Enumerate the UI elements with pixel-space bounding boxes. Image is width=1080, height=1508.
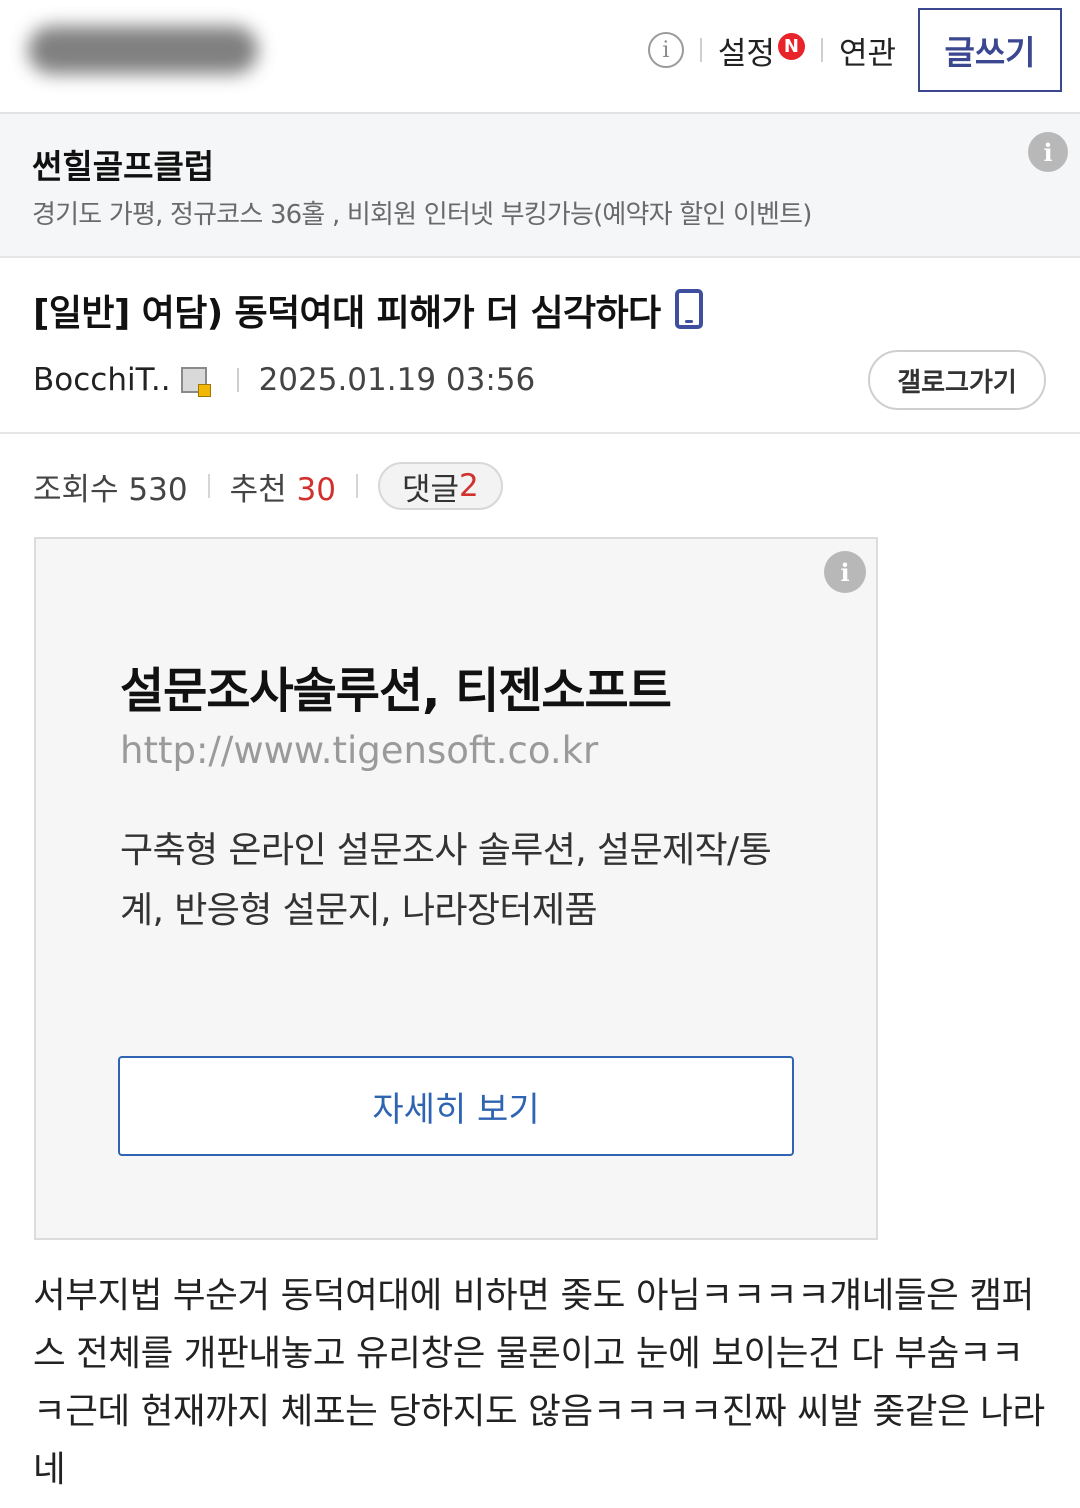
gallog-button[interactable]: 갤로그가기 — [868, 350, 1046, 410]
mobile-icon — [674, 289, 703, 329]
blurred-gallery-title — [28, 26, 258, 74]
recommend-count: 추천 30 — [230, 464, 336, 509]
post-meta: BocchiT.. 2025.01.19 03:56 — [33, 362, 535, 398]
post-header: [일반] 여담) 동덕여대 피해가 더 심각하다 BocchiT.. 2025.… — [0, 258, 1080, 434]
top-actions: i 설정 N 연관 글쓰기 — [647, 8, 1062, 92]
post-stats: 조회수 530 추천 30 댓글 2 — [33, 462, 503, 510]
info-icon[interactable]: i — [647, 32, 684, 68]
divider — [699, 38, 702, 62]
author-name[interactable]: BocchiT.. — [33, 362, 171, 398]
ad-details-button[interactable]: 자세히 보기 — [118, 1056, 794, 1156]
comment-label: 댓글 — [401, 471, 459, 508]
related-link[interactable]: 연관 — [839, 28, 896, 73]
recommend-value: 30 — [296, 471, 336, 508]
write-button[interactable]: 글쓰기 — [918, 8, 1062, 92]
ad-title[interactable]: 설문조사솔루션, 티젠소프트 — [120, 651, 672, 721]
divider — [207, 474, 210, 498]
ad-box[interactable]: i 설문조사솔루션, 티젠소프트 http://www.tigensoft.co… — [34, 537, 878, 1240]
post-title: [일반] 여담) 동덕여대 피해가 더 심각하다 — [33, 284, 703, 336]
post-body: 서부지법 부순거 동덕여대에 비하면 좆도 아님ㅋㅋㅋㅋ걔네들은 캠퍼스 전체를… — [33, 1275, 1045, 1490]
recommend-label: 추천 — [229, 471, 287, 508]
comment-count: 2 — [459, 468, 479, 504]
fixed-nick-icon — [180, 367, 211, 397]
divider — [820, 38, 823, 62]
view-count: 조회수 530 — [33, 471, 188, 508]
comment-button[interactable]: 댓글 2 — [377, 462, 503, 510]
ad-info-icon[interactable]: i — [824, 551, 866, 593]
ad-url[interactable]: http://www.tigensoft.co.kr — [120, 729, 598, 772]
post-date: 2025.01.19 03:56 — [258, 362, 536, 398]
ad-description: 구축형 온라인 설문조사 솔루션, 설문제작/통계, 반응형 설문지, 나라장터… — [120, 830, 772, 931]
settings-link[interactable]: 설정 N — [718, 28, 805, 73]
divider — [236, 368, 239, 392]
new-badge-icon: N — [777, 32, 805, 60]
gallery-info-icon[interactable]: i — [1028, 132, 1068, 172]
divider — [355, 474, 358, 498]
top-bar: i 설정 N 연관 글쓰기 — [0, 0, 1080, 114]
settings-label: 설정 — [717, 35, 775, 72]
gallery-name[interactable]: 썬힐골프클럽 — [32, 140, 214, 188]
gallery-description: 경기도 가평, 정규코스 36홀 , 비회원 인터넷 부킹가능(예약자 할인 이… — [32, 200, 812, 230]
post-title-text: [일반] 여담) 동덕여대 피해가 더 심각하다 — [33, 293, 661, 334]
gallery-info-panel: 썬힐골프클럽 경기도 가평, 정규코스 36홀 , 비회원 인터넷 부킹가능(예… — [0, 114, 1080, 258]
